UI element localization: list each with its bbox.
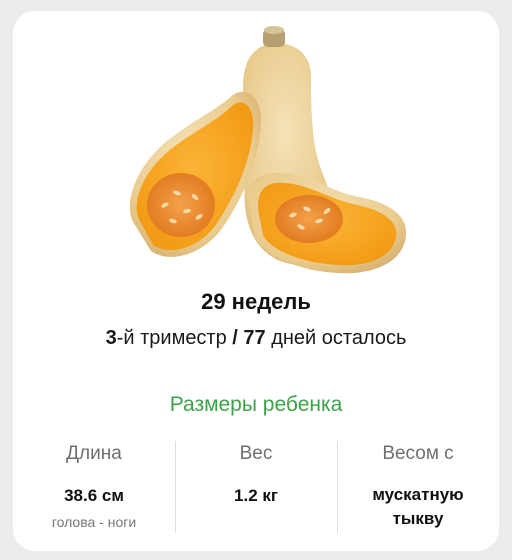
- butternut-squash-icon: [129, 26, 407, 274]
- weight-value: 1.2 кг: [234, 486, 278, 505]
- compare-stat: Весом с мускатную тыкву: [337, 439, 499, 539]
- days-left-number: 77: [243, 327, 266, 349]
- trimester-suffix: -й триместр: [116, 327, 227, 349]
- compare-label: Весом с: [382, 443, 454, 464]
- pregnancy-week-card: 29 недель 3-й триместр / 77 дней осталос…: [13, 11, 499, 551]
- length-value: 38.6 см: [64, 486, 124, 505]
- weight-label: Вес: [239, 443, 273, 464]
- trimester-line: 3-й триместр / 77 дней осталось: [13, 327, 499, 350]
- length-label: Длина: [66, 443, 122, 464]
- baby-sizes-title: Размеры ребенка: [169, 393, 343, 416]
- days-left-suffix: дней осталось: [265, 327, 407, 349]
- compare-value: мускатную тыкву: [372, 485, 464, 528]
- trimester-number: 3: [105, 327, 117, 349]
- weight-stat: Вес 1.2 кг: [175, 439, 337, 539]
- length-stat: Длина 38.6 см голова - ноги: [13, 439, 175, 539]
- trimester-separator: /: [226, 327, 244, 349]
- week-title: 29 недель: [201, 289, 311, 314]
- length-note: голова - ноги: [51, 514, 137, 530]
- baby-stats-row: Длина 38.6 см голова - ноги Вес 1.2 кг В…: [13, 439, 499, 539]
